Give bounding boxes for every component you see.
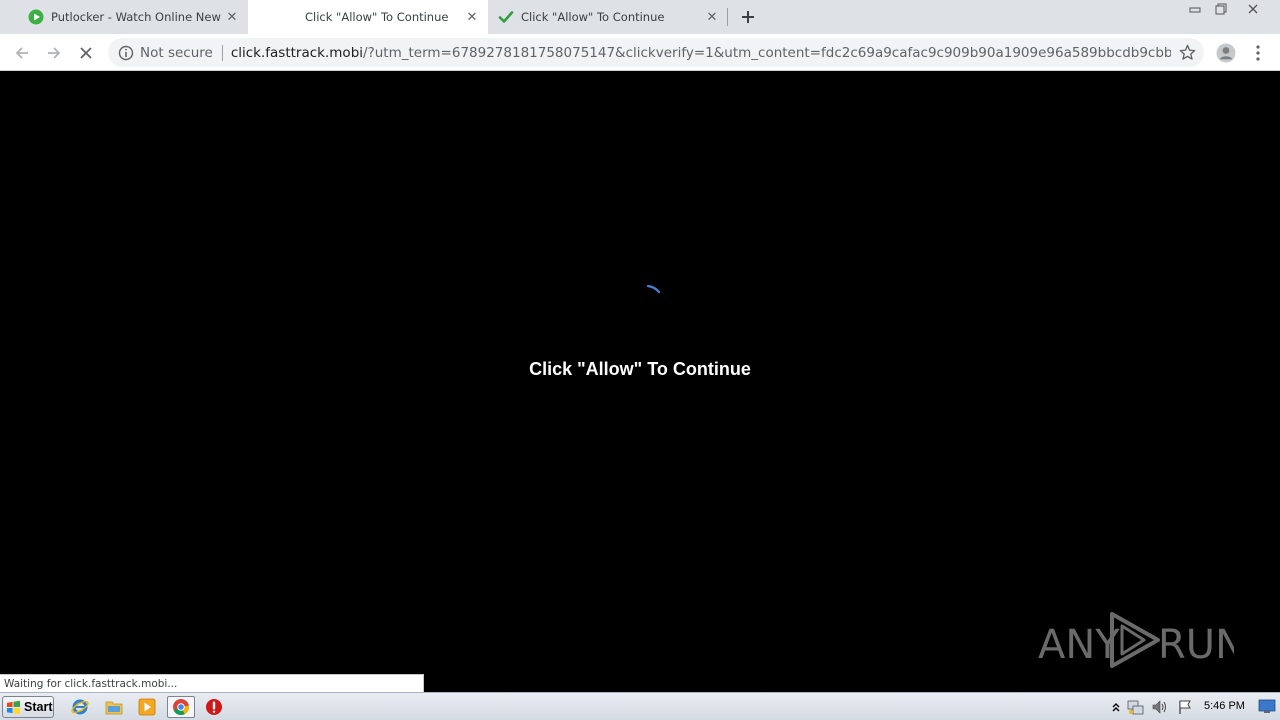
start-button[interactable]: Start bbox=[2, 696, 54, 718]
page-content: Click "Allow" To Continue ANY RUN Waitin… bbox=[0, 72, 1280, 693]
close-icon bbox=[1248, 4, 1258, 14]
menu-button[interactable] bbox=[1244, 39, 1272, 67]
tray-volume[interactable] bbox=[1151, 698, 1168, 715]
loading-spinner-icon bbox=[646, 284, 661, 294]
stop-x-icon bbox=[80, 47, 92, 59]
tab-title: Click "Allow" To Continue bbox=[305, 10, 449, 24]
url-host: click.fasttrack.mobi bbox=[230, 44, 364, 61]
close-icon[interactable]: ✕ bbox=[464, 9, 480, 25]
tab-title: Putlocker - Watch Online New Putlocker bbox=[51, 10, 224, 24]
star-bookmark-icon[interactable] bbox=[1179, 44, 1196, 61]
flag-icon bbox=[1178, 700, 1191, 714]
close-icon[interactable]: ✕ bbox=[224, 9, 240, 25]
avatar-icon bbox=[1216, 43, 1236, 63]
taskbar-media-player[interactable] bbox=[135, 696, 159, 718]
close-icon[interactable]: ✕ bbox=[704, 9, 720, 25]
omnibox-divider bbox=[221, 44, 223, 61]
chevron-up-icon bbox=[1112, 702, 1119, 711]
tab-title: Click "Allow" To Continue bbox=[521, 10, 665, 24]
status-bubble: Waiting for click.fasttrack.mobi... bbox=[0, 674, 424, 693]
tab-click-allow-active[interactable]: Click "Allow" To Continue ✕ bbox=[248, 0, 488, 34]
start-label: Start bbox=[24, 700, 53, 714]
profile-button[interactable] bbox=[1212, 39, 1240, 67]
url-text[interactable]: click.fasttrack.mobi/?utm_term=678927818… bbox=[231, 45, 1171, 61]
tray-action-center[interactable] bbox=[1176, 698, 1193, 715]
browser-toolbar: Not secure click.fasttrack.mobi/?utm_ter… bbox=[0, 34, 1280, 71]
tab-click-allow[interactable]: Click "Allow" To Continue ✕ bbox=[488, 0, 728, 34]
windows-logo-icon bbox=[6, 700, 21, 714]
url-path: /?utm_term=6789278181758075147&clickveri… bbox=[363, 44, 1171, 61]
new-tab-button[interactable] bbox=[736, 5, 760, 29]
taskbar-clock[interactable]: 5:46 PM bbox=[1204, 700, 1245, 712]
restore-icon bbox=[1215, 3, 1227, 15]
green-check-icon bbox=[498, 11, 514, 23]
folder-icon bbox=[105, 701, 123, 715]
tray-expand-button[interactable] bbox=[1107, 698, 1124, 715]
taskbar-security-app[interactable] bbox=[202, 696, 226, 718]
address-bar[interactable]: Not secure click.fasttrack.mobi/?utm_ter… bbox=[108, 38, 1204, 67]
plus-icon bbox=[742, 11, 754, 23]
anyrun-watermark-logo: ANY RUN bbox=[1038, 612, 1234, 668]
media-player-icon bbox=[138, 698, 156, 716]
monitor-icon bbox=[1258, 699, 1276, 713]
red-alert-icon bbox=[206, 699, 222, 715]
network-icon bbox=[1127, 700, 1144, 714]
watermark-left-text: ANY bbox=[1038, 622, 1120, 668]
restore-button[interactable] bbox=[1208, 0, 1234, 18]
blank-favicon bbox=[282, 9, 298, 25]
taskbar-chrome[interactable] bbox=[167, 696, 195, 718]
window-close-button[interactable] bbox=[1240, 0, 1266, 18]
tab-putlocker[interactable]: Putlocker - Watch Online New Putlocker ✕ bbox=[8, 0, 248, 34]
kebab-menu-icon bbox=[1256, 45, 1260, 61]
play-circle-icon bbox=[28, 9, 44, 25]
taskbar-internet-explorer[interactable] bbox=[68, 696, 92, 718]
tab-strip: Putlocker - Watch Online New Putlocker ✕… bbox=[0, 0, 1280, 34]
speaker-icon bbox=[1152, 699, 1166, 714]
minimize-icon bbox=[1189, 7, 1201, 13]
watermark-right-text: RUN bbox=[1158, 622, 1234, 668]
chrome-icon bbox=[173, 699, 190, 716]
system-tray bbox=[1104, 693, 1280, 720]
tab-separator bbox=[727, 8, 728, 26]
page-message: Click "Allow" To Continue bbox=[529, 359, 751, 379]
arrow-left-icon bbox=[15, 47, 28, 59]
forward-button[interactable] bbox=[40, 39, 68, 67]
back-button[interactable] bbox=[8, 39, 36, 67]
tray-network[interactable] bbox=[1127, 698, 1144, 715]
not-secure-label[interactable]: Not secure bbox=[140, 45, 213, 61]
minimize-button[interactable] bbox=[1182, 0, 1208, 18]
internet-explorer-icon bbox=[71, 699, 89, 715]
taskbar-file-explorer[interactable] bbox=[102, 696, 126, 718]
show-desktop-button[interactable] bbox=[1258, 698, 1276, 715]
arrow-right-icon bbox=[48, 47, 61, 59]
windows-taskbar: Start 5:46 PM bbox=[0, 692, 1280, 720]
info-icon[interactable] bbox=[118, 45, 134, 61]
stop-loading-button[interactable] bbox=[72, 39, 100, 67]
